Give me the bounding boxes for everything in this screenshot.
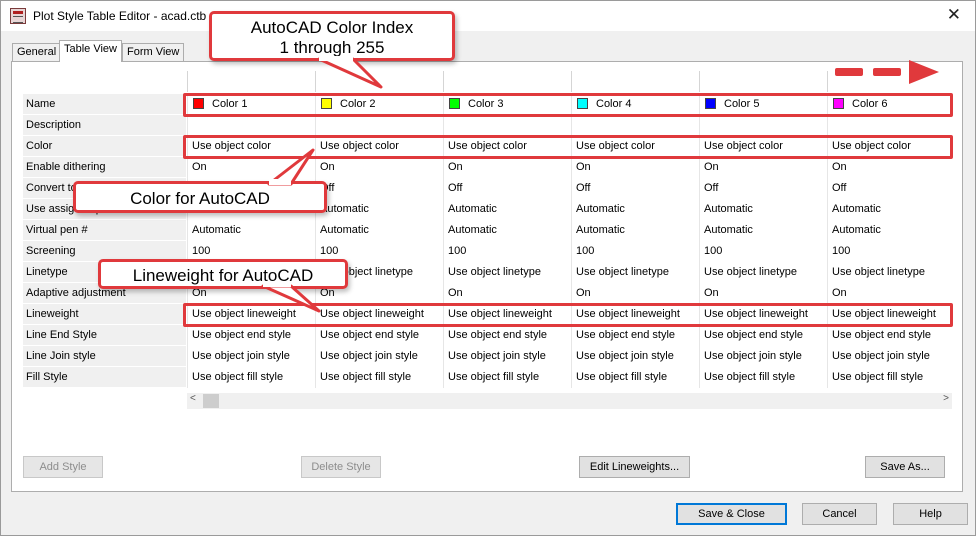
plot-style-table-editor-window: Plot Style Table Editor - acad.ctb ✕ Gen…: [0, 0, 976, 536]
scroll-right-arrow-icon: [835, 60, 939, 84]
callout-tails: [261, 56, 383, 313]
